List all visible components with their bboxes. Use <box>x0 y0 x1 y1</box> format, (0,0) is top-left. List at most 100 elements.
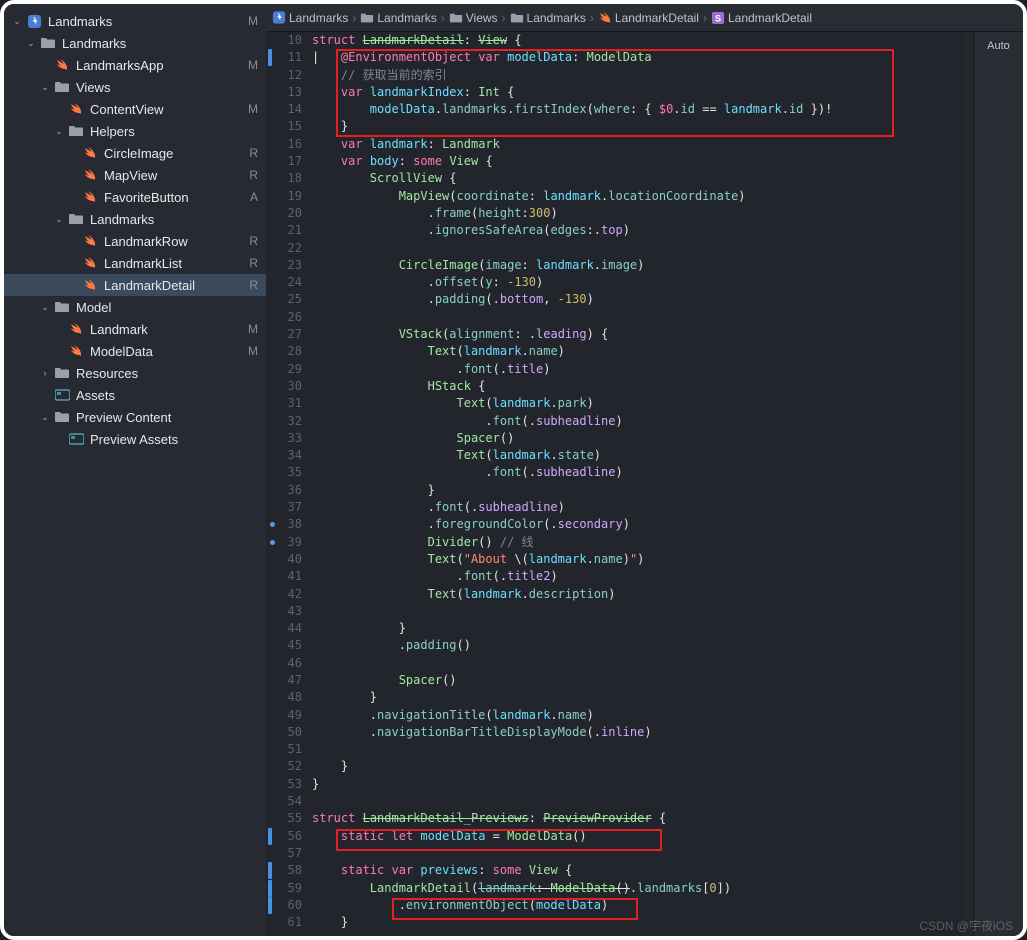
code-line[interactable]: .padding() <box>312 637 963 654</box>
code-line[interactable]: var landmarkIndex: Int { <box>312 84 963 101</box>
code-line[interactable]: } <box>312 758 963 775</box>
swift-file-icon <box>54 57 70 73</box>
tree-item-views[interactable]: ⌄Views <box>4 76 266 98</box>
main-area: Landmarks›Landmarks›Views›Landmarks›Land… <box>266 4 1023 936</box>
preview-panel[interactable]: Auto <box>973 32 1023 936</box>
code-line[interactable]: ScrollView { <box>312 170 963 187</box>
code-line[interactable]: var landmark: Landmark <box>312 136 963 153</box>
code-line[interactable]: Text("About \(landmark.name)") <box>312 551 963 568</box>
file-tree[interactable]: ⌄LandmarksM⌄Landmarks▸LandmarksAppM⌄View… <box>4 10 266 936</box>
code-line[interactable]: .font(.title2) <box>312 568 963 585</box>
minimap[interactable] <box>963 32 973 936</box>
code-line[interactable] <box>312 741 963 758</box>
code-line[interactable]: Spacer() <box>312 672 963 689</box>
tree-item-model[interactable]: ⌄Model <box>4 296 266 318</box>
disclosure-open-icon[interactable]: ⌄ <box>12 16 22 26</box>
line-number: 13 <box>274 84 302 101</box>
code-line[interactable]: static var previews: some View { <box>312 862 963 879</box>
tree-item-resources[interactable]: ›Resources <box>4 362 266 384</box>
disclosure-open-icon[interactable]: ⌄ <box>40 302 50 312</box>
disclosure-open-icon[interactable]: ⌄ <box>40 412 50 422</box>
project-navigator[interactable]: ⌄LandmarksM⌄Landmarks▸LandmarksAppM⌄View… <box>4 4 266 936</box>
code-line[interactable]: .font(.subheadline) <box>312 413 963 430</box>
tree-item-mapview[interactable]: ▸MapViewR <box>4 164 266 186</box>
breadcrumb-item[interactable]: SLandmarkDetail <box>711 11 812 25</box>
code-line[interactable]: .offset(y: -130) <box>312 274 963 291</box>
code-line[interactable]: } <box>312 118 963 135</box>
disclosure-open-icon[interactable]: ⌄ <box>26 38 36 48</box>
code-area[interactable]: struct LandmarkDetail: View {| @Environm… <box>312 32 963 936</box>
code-line[interactable]: var body: some View { <box>312 153 963 170</box>
code-line[interactable] <box>312 793 963 810</box>
code-line[interactable]: } <box>312 776 963 793</box>
code-line[interactable]: .ignoresSafeArea(edges:.top) <box>312 222 963 239</box>
breadcrumb-item[interactable]: Views <box>449 11 498 25</box>
code-line[interactable]: static let modelData = ModelData() <box>312 828 963 845</box>
code-line[interactable]: .navigationTitle(landmark.name) <box>312 707 963 724</box>
tree-item-landmarks[interactable]: ⌄Landmarks <box>4 32 266 54</box>
tree-item-preview-assets[interactable]: ▸Preview Assets <box>4 428 266 450</box>
code-line[interactable]: modelData.landmarks.firstIndex(where: { … <box>312 101 963 118</box>
code-line[interactable]: .environmentObject(modelData) <box>312 897 963 914</box>
tree-item-landmarks[interactable]: ⌄Landmarks <box>4 208 266 230</box>
code-line[interactable]: } <box>312 914 963 931</box>
preview-mode-label[interactable]: Auto <box>987 40 1010 936</box>
disclosure-open-icon[interactable]: ⌄ <box>54 126 64 136</box>
tree-item-landmarkrow[interactable]: ▸LandmarkRowR <box>4 230 266 252</box>
disclosure-open-icon[interactable]: ⌄ <box>40 82 50 92</box>
code-line[interactable] <box>312 845 963 862</box>
disclosure-open-icon[interactable]: ⌄ <box>54 214 64 224</box>
code-editor[interactable]: 1011121314151617181920212223242526272829… <box>266 32 973 936</box>
code-line[interactable]: .padding(.bottom, -130) <box>312 291 963 308</box>
tree-item-modeldata[interactable]: ▸ModelDataM <box>4 340 266 362</box>
code-line[interactable]: .font(.subheadline) <box>312 499 963 516</box>
breadcrumb-item[interactable]: Landmarks <box>272 11 348 25</box>
code-line[interactable]: .navigationBarTitleDisplayMode(.inline) <box>312 724 963 741</box>
code-line[interactable]: struct LandmarkDetail: View { <box>312 32 963 49</box>
code-line[interactable]: } <box>312 620 963 637</box>
code-line[interactable]: } <box>312 482 963 499</box>
tree-item-favoritebutton[interactable]: ▸FavoriteButtonA <box>4 186 266 208</box>
code-line[interactable]: Text(landmark.state) <box>312 447 963 464</box>
code-line[interactable] <box>312 309 963 326</box>
breadcrumb-item[interactable]: LandmarkDetail <box>598 11 699 25</box>
tree-item-landmarks[interactable]: ⌄LandmarksM <box>4 10 266 32</box>
code-line[interactable]: struct LandmarkDetail_Previews: PreviewP… <box>312 810 963 827</box>
folder-icon <box>360 11 374 25</box>
tree-item-assets[interactable]: ▸Assets <box>4 384 266 406</box>
code-line[interactable]: LandmarkDetail(landmark: ModelData().lan… <box>312 880 963 897</box>
code-line[interactable] <box>312 240 963 257</box>
code-line[interactable]: HStack { <box>312 378 963 395</box>
tree-item-preview-content[interactable]: ⌄Preview Content <box>4 406 266 428</box>
code-line[interactable]: Spacer() <box>312 430 963 447</box>
breadcrumb-item[interactable]: Landmarks <box>510 11 586 25</box>
tree-item-circleimage[interactable]: ▸CircleImageR <box>4 142 266 164</box>
code-line[interactable]: .font(.subheadline) <box>312 464 963 481</box>
code-line[interactable]: .frame(height:300) <box>312 205 963 222</box>
breakpoint-indicator[interactable] <box>270 540 275 545</box>
code-line[interactable]: MapView(coordinate: landmark.locationCoo… <box>312 188 963 205</box>
tree-item-landmarksapp[interactable]: ▸LandmarksAppM <box>4 54 266 76</box>
tree-item-contentview[interactable]: ▸ContentViewM <box>4 98 266 120</box>
breadcrumb[interactable]: Landmarks›Landmarks›Views›Landmarks›Land… <box>266 4 1023 32</box>
tree-item-landmarkdetail[interactable]: ▸LandmarkDetailR <box>4 274 266 296</box>
code-line[interactable]: CircleImage(image: landmark.image) <box>312 257 963 274</box>
code-line[interactable] <box>312 603 963 620</box>
code-line[interactable]: .foregroundColor(.secondary) <box>312 516 963 533</box>
code-line[interactable]: VStack(alignment: .leading) { <box>312 326 963 343</box>
tree-item-helpers[interactable]: ⌄Helpers <box>4 120 266 142</box>
code-line[interactable]: // 获取当前的索引 <box>312 67 963 84</box>
tree-item-landmark[interactable]: ▸LandmarkM <box>4 318 266 340</box>
disclosure-closed-icon[interactable]: › <box>40 368 50 378</box>
tree-item-landmarklist[interactable]: ▸LandmarkListR <box>4 252 266 274</box>
scm-status-badge: R <box>249 278 258 292</box>
code-line[interactable]: | @EnvironmentObject var modelData: Mode… <box>312 49 963 66</box>
code-line[interactable]: Text(landmark.park) <box>312 395 963 412</box>
code-line[interactable]: .font(.title) <box>312 361 963 378</box>
breadcrumb-item[interactable]: Landmarks <box>360 11 436 25</box>
code-line[interactable]: } <box>312 689 963 706</box>
code-line[interactable] <box>312 655 963 672</box>
code-line[interactable]: Divider() // 线 <box>312 534 963 551</box>
code-line[interactable]: Text(landmark.description) <box>312 586 963 603</box>
code-line[interactable]: Text(landmark.name) <box>312 343 963 360</box>
